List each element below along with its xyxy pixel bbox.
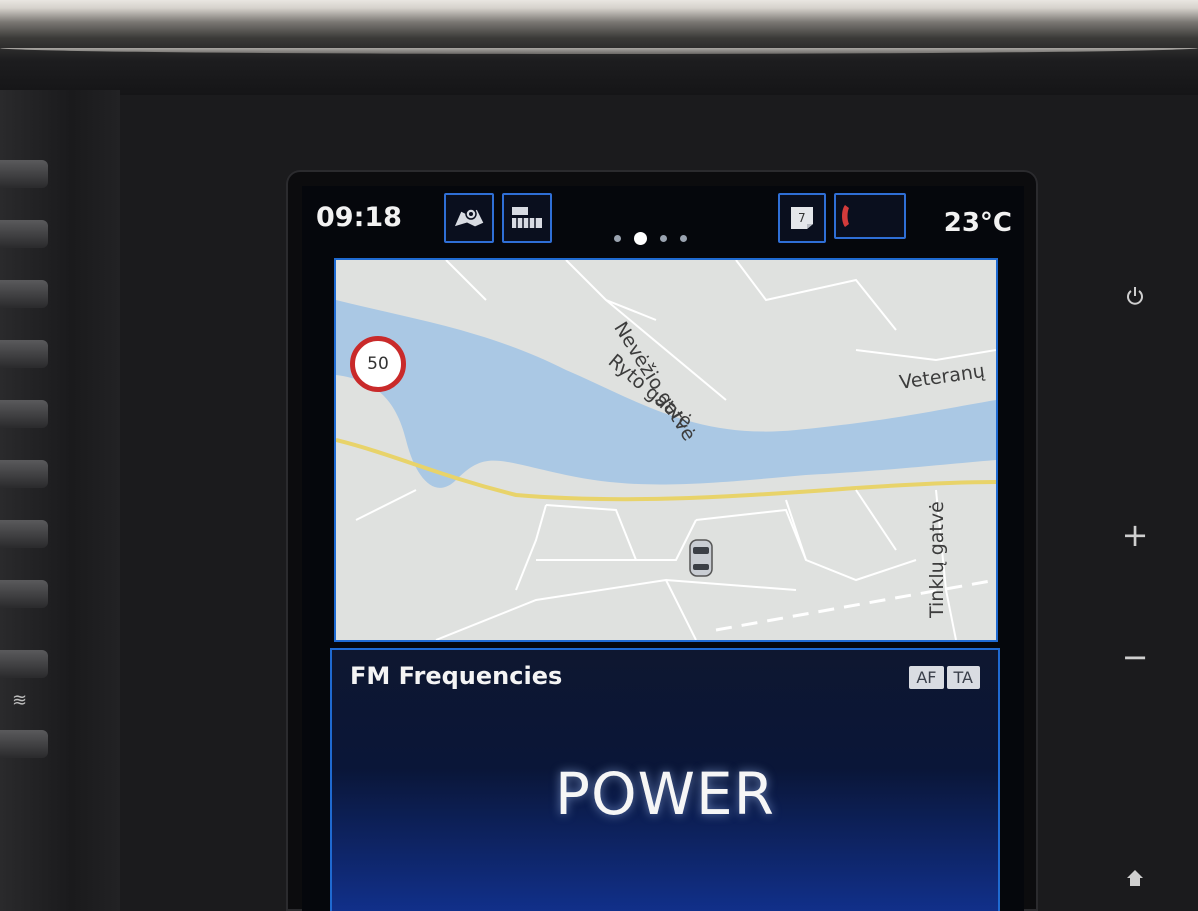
air-vent-slat <box>0 400 48 428</box>
page-dot[interactable] <box>660 235 667 242</box>
page-dot[interactable] <box>614 235 621 242</box>
volume-down-button[interactable]: − <box>1115 638 1155 676</box>
power-button[interactable] <box>1115 286 1155 314</box>
calendar-day: 7 <box>798 211 806 225</box>
phone-icon <box>842 205 849 227</box>
phone-status-button[interactable] <box>834 193 906 239</box>
air-vent-slat <box>0 160 48 188</box>
speed-limit-value: 50 <box>367 354 389 374</box>
volume-up-button[interactable]: + <box>1115 516 1155 554</box>
page-indicator[interactable] <box>614 232 687 245</box>
street-label: Tinklų gatvė <box>926 501 948 618</box>
air-vent-slat <box>0 280 48 308</box>
home-button[interactable] <box>1115 868 1155 892</box>
outside-temperature: 23°C <box>943 208 1012 238</box>
calendar-notification-button[interactable]: 7 <box>778 193 826 243</box>
radio-widget[interactable]: FM Frequencies AF TA POWER <box>330 648 1000 911</box>
air-vent-slat <box>0 340 48 368</box>
radio-options: AF TA <box>909 666 980 689</box>
air-vent-slat <box>0 580 48 608</box>
ta-badge[interactable]: TA <box>946 666 980 689</box>
air-vent-slat <box>0 730 48 758</box>
page-dot[interactable] <box>680 235 687 242</box>
af-badge[interactable]: AF <box>909 666 944 689</box>
navigation-shortcut-button[interactable] <box>444 193 494 243</box>
clock: 09:18 <box>316 202 402 233</box>
air-vent-slat <box>0 460 48 488</box>
infotainment-screen: 09:18 7 23°C 50 Nevėžio gatvė Ryto gatvė… <box>302 186 1024 911</box>
home-icon <box>1127 870 1143 886</box>
radio-media-icon <box>512 207 542 228</box>
speed-limit-sign: 50 <box>350 336 406 392</box>
left-dashboard-panel <box>0 90 120 911</box>
power-icon <box>1127 287 1143 305</box>
page-dot-active[interactable] <box>634 232 647 245</box>
status-bar: 09:18 7 23°C <box>302 186 1024 252</box>
car-position-icon <box>689 539 713 577</box>
navigation-map-widget[interactable]: 50 Nevėžio gatvė Ryto gatvė Veteranų Tin… <box>334 258 998 642</box>
media-shortcut-button[interactable] <box>502 193 552 243</box>
station-name: POWER <box>555 760 775 828</box>
radio-source-title: FM Frequencies <box>350 662 563 690</box>
calendar-icon: 7 <box>791 207 813 229</box>
air-vent-slat <box>0 650 48 678</box>
map-navigation-icon <box>453 208 485 228</box>
seat-heat-icon[interactable]: ≋ <box>12 690 27 711</box>
map-canvas <box>336 260 996 640</box>
air-vent-slat <box>0 220 48 248</box>
air-vent-slat <box>0 520 48 548</box>
